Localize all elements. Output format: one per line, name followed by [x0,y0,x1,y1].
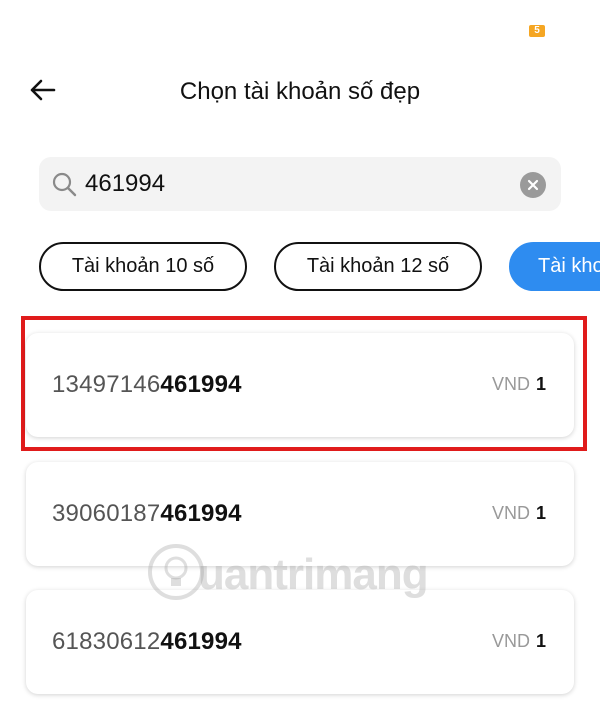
chip-selected-account[interactable]: Tài khoản [509,242,600,291]
search-icon [52,172,77,197]
page-title: Chọn tài khoản số đẹp [179,78,421,105]
currency-label: VND [491,631,530,651]
account-price: VND 1 [492,374,546,395]
price-amount: 1 [535,631,546,651]
account-price: VND 1 [492,631,546,652]
currency-label: VND [491,374,530,394]
header: Chọn tài khoản số đẹp [0,62,600,120]
account-number: 61830612461994 [52,628,242,655]
matched-digits: 461994 [160,371,242,398]
close-icon [527,179,539,191]
matched-digits: 461994 [160,628,242,655]
chip-10-digit-account[interactable]: Tài khoản 10 số [39,242,247,291]
account-number: 39060187461994 [52,500,242,527]
account-item[interactable]: 61830612461994 VND 1 [26,590,574,694]
price-amount: 1 [535,503,546,523]
search-bar [39,157,561,211]
notification-badge: 5 [529,25,545,37]
account-item[interactable]: 39060187461994 VND 1 [26,462,574,566]
screen: 5 Chọn tài khoản số đẹp Tài khoản 10 số … [0,0,600,713]
matched-digits: 461994 [160,500,242,527]
currency-label: VND [491,503,530,523]
clear-search-button[interactable] [520,172,546,198]
chip-12-digit-account[interactable]: Tài khoản 12 số [274,242,482,291]
account-price: VND 1 [492,503,546,524]
price-amount: 1 [535,374,546,394]
account-item[interactable]: 13497146461994 VND 1 [26,333,574,437]
account-number: 13497146461994 [52,371,242,398]
search-input[interactable] [85,157,505,211]
filter-chips: Tài khoản 10 số Tài khoản 12 số Tài khoả… [0,242,600,292]
